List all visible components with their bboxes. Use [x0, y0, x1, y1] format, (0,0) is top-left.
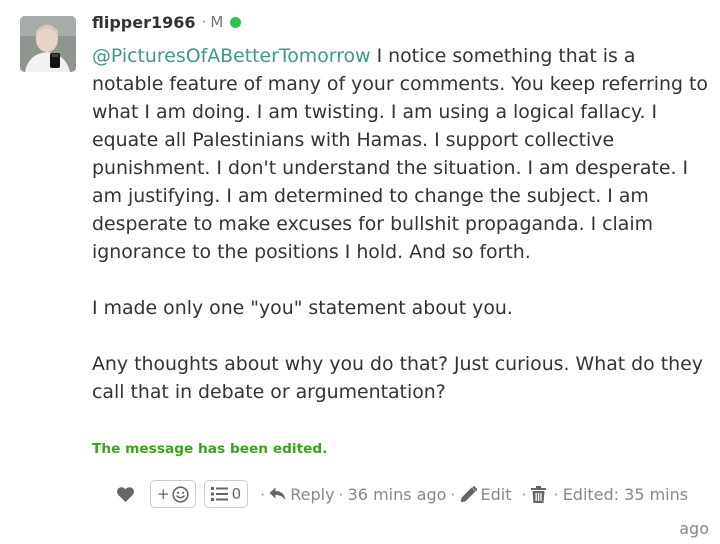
- user-flag: M: [210, 13, 224, 31]
- user-photo-icon: [20, 16, 76, 72]
- edited-time: Edited: 35 mins: [562, 484, 689, 504]
- plus-label: +: [157, 485, 170, 503]
- action-separator: ·: [553, 484, 559, 504]
- action-separator: ·: [338, 484, 344, 504]
- list-button[interactable]: 0: [203, 480, 249, 508]
- delete-button[interactable]: [530, 485, 550, 503]
- edited-note: The message has been edited.: [92, 441, 328, 457]
- edit-button[interactable]: Edit: [460, 485, 512, 504]
- comment-header: flipper1966 · M: [92, 10, 242, 34]
- list-icon: [210, 487, 228, 501]
- comment-paragraph: @PicturesOfABetterTomorrow I notice some…: [92, 42, 708, 266]
- trash-icon: [530, 485, 546, 503]
- timestamp[interactable]: 36 mins ago: [348, 485, 447, 504]
- mention-link[interactable]: @PicturesOfABetterTomorrow: [92, 45, 371, 67]
- comment-actions: + 0 · Reply · 36 mins ago · Edit · · Edi…: [112, 478, 712, 510]
- pencil-icon: [460, 485, 477, 502]
- add-reaction-button[interactable]: +: [150, 480, 196, 508]
- avatar[interactable]: [20, 16, 76, 72]
- author-name[interactable]: flipper1966: [92, 13, 196, 32]
- comment-paragraph: I made only one "you" statement about yo…: [92, 297, 513, 319]
- action-separator: ·: [521, 484, 527, 504]
- reply-label: Reply: [290, 484, 335, 504]
- comment-body: @PicturesOfABetterTomorrow I notice some…: [92, 42, 708, 406]
- action-separator: ·: [450, 484, 456, 504]
- edit-label: Edit: [480, 484, 512, 504]
- time-ago: 36 mins ago: [347, 484, 447, 504]
- comment-text: I notice something that is a notable fea…: [92, 45, 708, 263]
- smiley-icon: [171, 485, 189, 503]
- comment-paragraph: Any thoughts about why you do that? Just…: [92, 353, 703, 403]
- action-separator: ·: [260, 484, 266, 504]
- edited-time-suffix: ago: [679, 519, 709, 538]
- reply-button[interactable]: Reply: [269, 484, 335, 504]
- list-count: 0: [231, 485, 242, 503]
- like-button[interactable]: [112, 486, 138, 502]
- heart-icon: [116, 486, 134, 502]
- reply-icon: [269, 487, 286, 500]
- meta-separator: ·: [201, 13, 207, 31]
- online-status-icon: [230, 16, 242, 28]
